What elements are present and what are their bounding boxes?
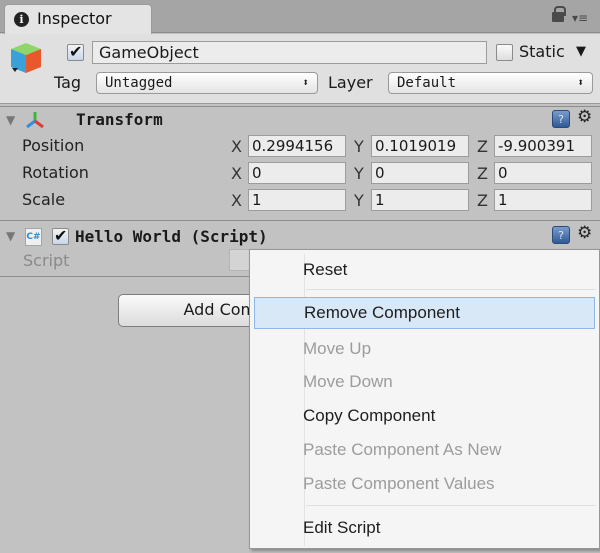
gameobject-cube-icon [11, 43, 41, 73]
layer-label: Layer [328, 73, 373, 92]
position-z-field[interactable]: -9.900391 [494, 135, 592, 157]
axis-y-label: Y [354, 137, 364, 156]
axis-z-label: Z [477, 164, 488, 183]
axis-x-label: X [231, 191, 242, 210]
dropdown-arrow-icon: ⬍ [302, 76, 309, 89]
lock-icon[interactable] [552, 6, 566, 22]
tag-label: Tag [54, 73, 82, 92]
tab-label: Inspector [37, 9, 112, 28]
gear-icon[interactable]: ⚙ [577, 223, 592, 243]
transform-title: Transform [76, 110, 163, 129]
help-icon[interactable]: ? [552, 110, 570, 128]
position-x-field[interactable]: 0.2994156 [248, 135, 346, 157]
script-component-title: Hello World (Script) [75, 227, 268, 246]
panel-menu-icon[interactable]: ▾≡ [572, 11, 588, 25]
axis-z-label: Z [477, 137, 488, 156]
static-dropdown-arrow[interactable]: ▼ [576, 44, 586, 59]
tab-inspector[interactable]: i Inspector [4, 4, 152, 34]
rotation-z-field[interactable]: 0 [494, 162, 592, 184]
axis-z-label: Z [477, 191, 488, 210]
tag-value: Untagged [105, 75, 173, 91]
axis-x-label: X [231, 137, 242, 156]
scale-x-field[interactable]: 1 [248, 189, 346, 211]
menu-item-paste-values: Paste Component Values [303, 474, 495, 493]
menu-item-edit-script[interactable]: Edit Script [250, 512, 598, 544]
tag-dropdown[interactable]: Untagged ⬍ [96, 72, 318, 94]
scale-y-field[interactable]: 1 [371, 189, 469, 211]
dropdown-arrow-icon: ⬍ [577, 76, 584, 89]
foldout-arrow-icon[interactable]: ▼ [6, 113, 15, 127]
csharp-script-icon: C# [25, 228, 42, 246]
transform-axes-icon [26, 112, 44, 129]
axis-y-label: Y [354, 164, 364, 183]
scale-label: Scale [22, 190, 66, 209]
menu-item-paste-as-new: Paste Component As New [303, 440, 502, 459]
gameobject-name-field[interactable]: GameObject [92, 41, 487, 64]
static-label: Static [519, 42, 565, 61]
rotation-y-field[interactable]: 0 [371, 162, 469, 184]
menu-item-move-up: Move Up [303, 339, 372, 358]
menu-item-copy-component[interactable]: Copy Component [250, 400, 598, 432]
menu-item-remove-component[interactable]: Remove Component [254, 297, 595, 329]
foldout-arrow-icon[interactable]: ▼ [6, 229, 15, 243]
info-icon: i [14, 12, 29, 27]
script-field-label: Script [23, 251, 70, 270]
rotation-x-field[interactable]: 0 [248, 162, 346, 184]
menu-item-reset[interactable]: Reset [250, 254, 598, 286]
menu-separator [306, 289, 596, 290]
menu-item-move-down: Move Down [303, 372, 393, 391]
script-object-field[interactable] [229, 249, 251, 271]
menu-separator [306, 505, 596, 506]
help-icon[interactable]: ? [552, 226, 570, 244]
component-context-menu: Reset Remove Component Move Up Move Down… [249, 249, 600, 549]
active-checkbox[interactable] [67, 42, 84, 61]
gear-icon[interactable]: ⚙ [577, 107, 592, 127]
script-enabled-checkbox[interactable] [52, 226, 69, 245]
static-checkbox[interactable] [496, 44, 513, 61]
axis-y-label: Y [354, 191, 364, 210]
layer-dropdown[interactable]: Default ⬍ [388, 72, 593, 94]
layer-value: Default [397, 75, 457, 91]
position-label: Position [22, 136, 85, 155]
axis-x-label: X [231, 164, 242, 183]
position-y-field[interactable]: 0.1019019 [371, 135, 469, 157]
rotation-label: Rotation [22, 163, 89, 182]
scale-z-field[interactable]: 1 [494, 189, 592, 211]
